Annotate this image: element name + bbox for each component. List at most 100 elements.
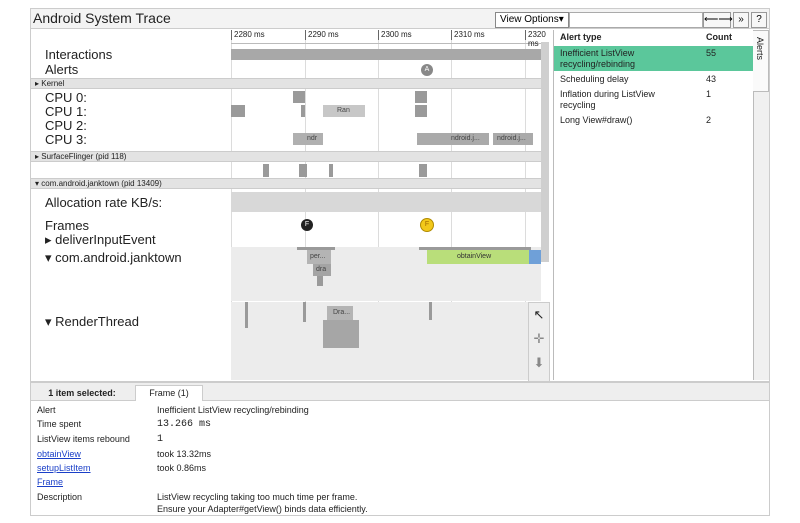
detail-value: 1 <box>157 434 164 445</box>
track-label-cpu0: CPU 0: <box>45 90 87 105</box>
alert-type-cell: Long View#draw() <box>560 115 633 125</box>
zoom-to-selection-button[interactable]: ⟵⟶ <box>703 12 733 28</box>
detail-value: ListView recycling taking too much time … <box>157 492 358 502</box>
render-slice[interactable] <box>323 320 359 348</box>
search-input[interactable] <box>569 12 703 28</box>
tracks-scrollbar[interactable] <box>541 42 549 262</box>
cpu-slice[interactable] <box>231 105 245 117</box>
view-options-button[interactable]: View Options▾ <box>495 12 569 28</box>
detail-key: ListView items rebound <box>37 434 130 444</box>
side-panel-strip <box>753 92 769 380</box>
sf-slice[interactable] <box>419 164 427 177</box>
track-label-renderthread: ▾ RenderThread <box>45 314 139 329</box>
analysis-tabs: 1 item selected: Frame (1) <box>31 383 769 401</box>
slice-label: Dra... <box>333 309 351 316</box>
detail-row: obtainView took 13.32ms <box>37 449 767 463</box>
zoom-tool-icon[interactable]: ⬇ <box>530 353 548 373</box>
render-slice[interactable] <box>245 302 248 328</box>
frame-marker[interactable]: F <box>301 219 313 231</box>
sf-slice[interactable] <box>263 164 269 177</box>
allocation-rate-bar[interactable] <box>231 192 541 212</box>
renderthread-lane[interactable] <box>231 302 541 380</box>
alert-count-cell: 43 <box>706 74 717 84</box>
track-label-cpu2: CPU 2: <box>45 118 87 133</box>
detail-value: Ensure your Adapter#getView() binds data… <box>157 504 368 514</box>
setuplistitem-link[interactable]: setupListItem <box>37 463 91 473</box>
tab-selection-summary[interactable]: 1 item selected: <box>35 385 129 401</box>
trace-viewer-window: Android System Trace View Options▾ ⟵⟶ » … <box>30 8 770 516</box>
alert-marker[interactable]: A <box>421 64 433 76</box>
track-label-allocation: Allocation rate KB/s: <box>45 195 163 210</box>
track-label-deliverinputevent: ▸ deliverInputEvent <box>45 232 156 247</box>
thread-slice[interactable] <box>317 276 323 286</box>
surfaceflinger-section-header[interactable]: ▸ SurfaceFlinger (pid 118) <box>31 151 549 162</box>
detail-value: 13.266 ms <box>157 419 212 430</box>
alert-row[interactable]: Inflation during ListView recycling 1 <box>554 88 754 113</box>
title-bar: Android System Trace View Options▾ ⟵⟶ » … <box>31 9 769 29</box>
ruler-tick: 2280 ms <box>231 30 265 40</box>
render-slice[interactable] <box>303 302 306 322</box>
ruler-tick: 2320 ms <box>525 30 549 48</box>
header-count: Count <box>706 32 732 42</box>
alerts-table-header: Alert type Count <box>554 32 754 46</box>
alert-row-selected[interactable]: Inefficient ListView recycling/rebinding… <box>554 46 754 71</box>
track-label-cpu3: CPU 3: <box>45 132 87 147</box>
alert-count-cell: 2 <box>706 115 712 125</box>
interactions-bar[interactable] <box>231 49 541 60</box>
cpu-slice[interactable] <box>415 105 427 117</box>
track-label-janktown-thread: ▾ com.android.janktown <box>45 250 182 265</box>
detail-key: Description <box>37 492 83 502</box>
detail-value: took 13.32ms <box>157 449 212 459</box>
alert-type-cell: Inflation during ListView recycling <box>560 89 655 110</box>
slice-label: Ran <box>337 107 350 114</box>
selection-tool-icon[interactable]: ↖ <box>530 305 548 325</box>
slice-label: ndroid.j... <box>451 135 480 142</box>
detail-row: Time spent 13.266 ms <box>37 419 767 433</box>
cpu-slice[interactable] <box>415 91 427 103</box>
track-label-frames: Frames <box>45 218 90 233</box>
detail-value: Inefficient ListView recycling/rebinding <box>157 405 309 415</box>
help-button[interactable]: ? <box>751 12 767 28</box>
frame-marker-selected[interactable]: F <box>420 218 434 232</box>
alert-row[interactable]: Long View#draw() 2 <box>554 114 754 128</box>
render-slice[interactable] <box>429 302 432 320</box>
alerts-side-tab[interactable]: Alerts <box>753 30 769 92</box>
ruler-tick: 2290 ms <box>305 30 339 40</box>
more-button[interactable]: » <box>733 12 749 28</box>
cpu-slice[interactable] <box>293 91 305 103</box>
ruler-tick: 2300 ms <box>378 30 412 40</box>
slice-label: ndr <box>307 135 318 142</box>
detail-value: took 0.86ms <box>157 463 207 473</box>
slice-label: per... <box>310 253 326 260</box>
obtainview-link[interactable]: obtainView <box>37 449 81 459</box>
janktown-section-header[interactable]: ▾ com.android.janktown (pid 13409) <box>31 178 549 189</box>
track-label-alerts: Alerts <box>45 62 79 77</box>
pan-tool-icon[interactable]: ✛ <box>530 329 548 349</box>
alerts-tab-label: Alerts <box>755 37 765 61</box>
detail-row: ListView items rebound 1 <box>37 434 767 448</box>
detail-row: Ensure your Adapter#getView() binds data… <box>37 504 767 515</box>
detail-row: Frame <box>37 477 767 491</box>
slice-label: dra <box>316 266 327 273</box>
detail-row: setupListItem took 0.86ms <box>37 463 767 477</box>
header-alert-type: Alert type <box>560 32 602 42</box>
alert-count-cell: 1 <box>706 89 712 99</box>
kernel-section-header[interactable]: ▸ Kernel <box>31 78 549 89</box>
ruler-tick: 2310 ms <box>451 30 485 40</box>
tab-frame[interactable]: Frame (1) <box>135 385 203 401</box>
detail-key: Time spent <box>37 419 82 429</box>
timeline-tracks[interactable]: 2280 ms 2290 ms 2300 ms 2310 ms 2320 ms … <box>31 30 550 402</box>
sf-slice[interactable] <box>329 164 333 177</box>
thread-slice[interactable] <box>529 250 541 264</box>
frame-link[interactable]: Frame <box>37 477 63 487</box>
alert-row[interactable]: Scheduling delay 43 <box>554 73 754 87</box>
analysis-panel: 1 item selected: Frame (1) Alert Ineffic… <box>31 381 769 515</box>
alert-type-cell: Scheduling delay <box>560 74 629 84</box>
track-label-interactions: Interactions <box>45 47 113 62</box>
sf-slice[interactable] <box>299 164 307 177</box>
cpu-slice[interactable] <box>301 105 305 117</box>
detail-key: Alert <box>37 405 56 415</box>
alert-count-cell: 55 <box>706 48 717 58</box>
alert-type-cell: Inefficient ListView recycling/rebinding <box>560 48 636 69</box>
time-ruler[interactable]: 2280 ms 2290 ms 2300 ms 2310 ms 2320 ms <box>231 30 549 48</box>
